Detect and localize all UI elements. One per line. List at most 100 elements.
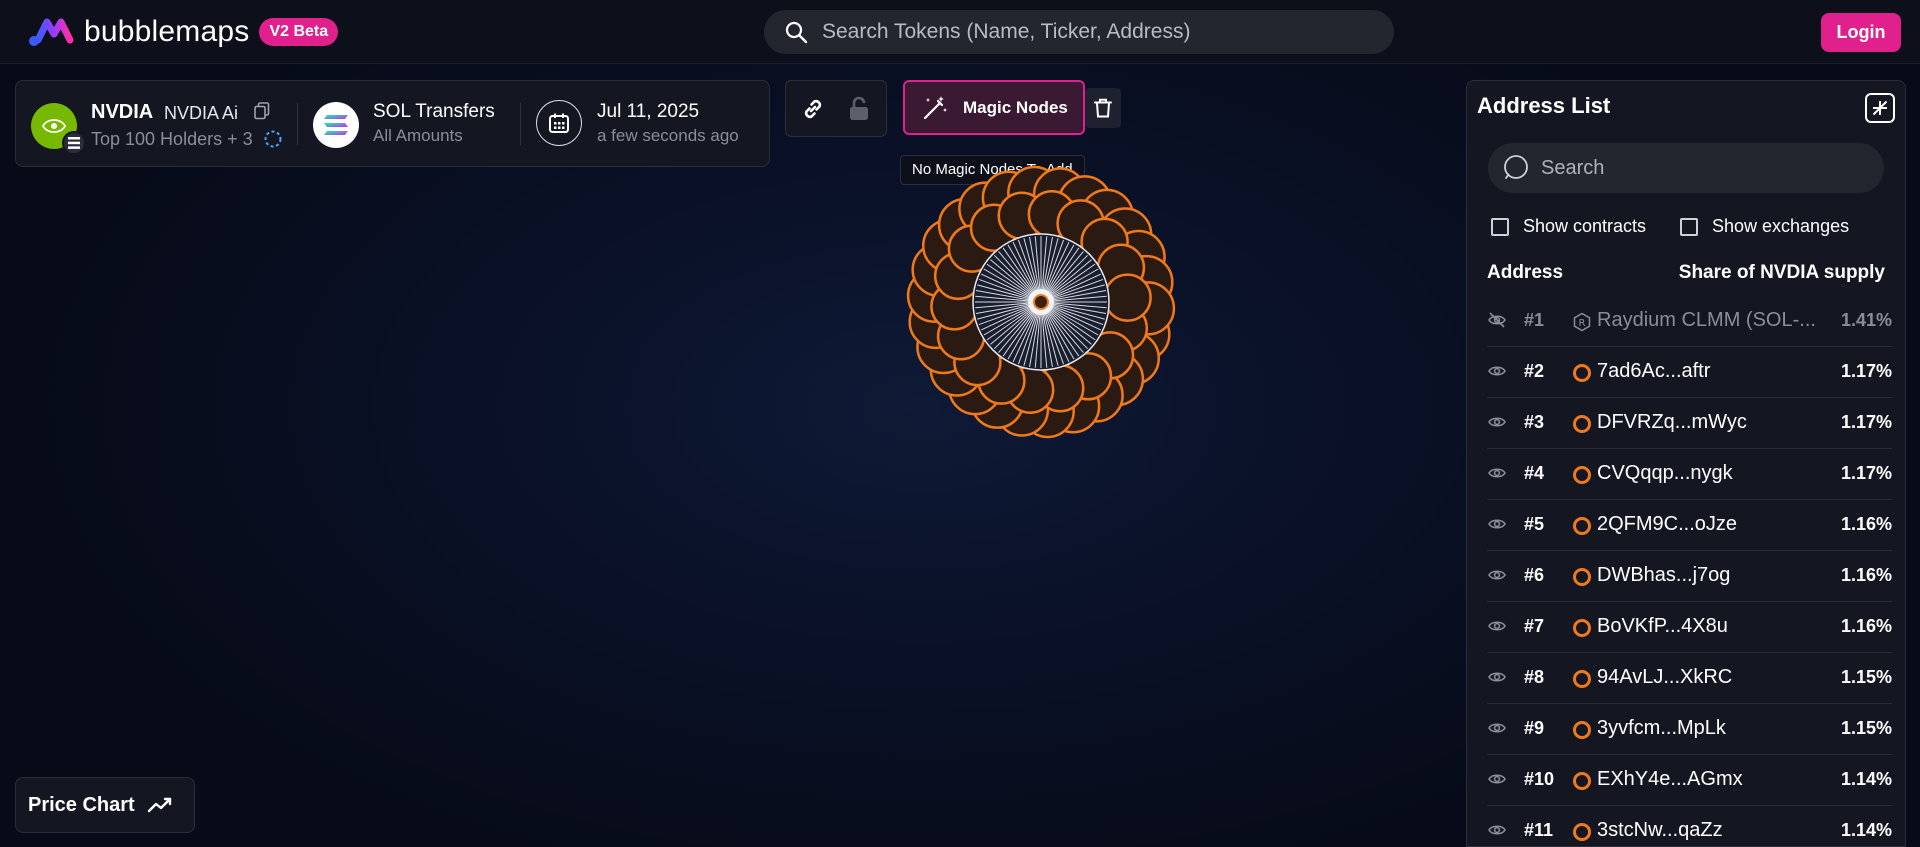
row-rank: #2	[1524, 361, 1545, 381]
snapshot-date[interactable]: Jul 11, 2025	[597, 101, 699, 123]
solana-icon	[324, 115, 348, 135]
address-rows: #1 R Raydium CLMM (SOL-... 1.41% #2 7ad6A…	[1487, 296, 1892, 846]
bubble-color-dot	[1573, 823, 1591, 841]
lock-icon[interactable]	[844, 94, 874, 124]
table-row[interactable]: #4 CVQqqp...nygk 1.17%	[1487, 449, 1892, 500]
bubble-color-dot	[1573, 466, 1591, 484]
table-row[interactable]: #5 2QFM9C...oJze 1.16%	[1487, 500, 1892, 551]
contract-icon: R	[1572, 312, 1592, 337]
row-address[interactable]: DFVRZq...mWyc	[1597, 411, 1747, 434]
token-symbol: NVDIA	[91, 101, 154, 123]
row-address[interactable]: 94AvLJ...XkRC	[1597, 666, 1732, 689]
price-chart-label: Price Chart	[28, 793, 135, 816]
show-exchanges-checkbox[interactable]	[1680, 217, 1698, 236]
row-rank: #6	[1524, 565, 1545, 585]
solana-icon	[68, 137, 80, 149]
eye-icon[interactable]	[1487, 414, 1507, 435]
row-address[interactable]: BoVKfP...4X8u	[1597, 615, 1728, 638]
divider	[520, 103, 521, 145]
row-rank: #7	[1524, 616, 1545, 636]
row-address[interactable]: Raydium CLMM (SOL-...	[1597, 309, 1816, 332]
row-rank: #8	[1524, 667, 1545, 687]
row-share: 1.16%	[1840, 616, 1892, 636]
row-address[interactable]: 3yvfcm...MpLk	[1597, 717, 1726, 740]
eye-icon[interactable]	[1487, 618, 1507, 639]
eye-icon[interactable]	[1487, 516, 1507, 537]
token-info-panel: NVDIA NVDIA Ai Top 100 Holders + 3 SOL T…	[15, 80, 770, 167]
table-row[interactable]: #11 3stcNw...qaZz 1.14%	[1487, 806, 1892, 846]
eye-icon[interactable]	[1487, 567, 1507, 588]
share-column-header[interactable]: Share of NVDIA supply	[1679, 262, 1885, 284]
bubble-color-dot	[1573, 517, 1591, 535]
brand-name: bubblemaps	[84, 15, 250, 48]
table-row[interactable]: #10 EXhY4e...AGmx 1.14%	[1487, 755, 1892, 806]
row-address[interactable]: CVQqqp...nygk	[1597, 462, 1733, 485]
row-address[interactable]: 3stcNw...qaZz	[1597, 819, 1723, 842]
row-share: 1.14%	[1840, 820, 1892, 840]
loading-spinner-icon	[263, 129, 283, 154]
magic-nodes-button[interactable]: Magic Nodes	[903, 80, 1085, 135]
show-contracts-checkbox[interactable]	[1491, 217, 1509, 236]
address-column-header[interactable]: Address	[1487, 262, 1563, 284]
row-share: 1.15%	[1840, 718, 1892, 738]
table-row[interactable]: #1 R Raydium CLMM (SOL-... 1.41%	[1487, 296, 1892, 347]
search-icon	[1504, 155, 1528, 179]
table-row[interactable]: #7 BoVKfP...4X8u 1.16%	[1487, 602, 1892, 653]
link-icon[interactable]	[798, 94, 828, 124]
show-exchanges-toggle[interactable]: Show exchanges	[1680, 216, 1849, 237]
bubble-color-dot	[1573, 364, 1591, 382]
row-address[interactable]: DWBhas...j7og	[1597, 564, 1730, 587]
calendar-icon[interactable]	[536, 100, 582, 146]
row-share: 1.16%	[1840, 514, 1892, 534]
token-search[interactable]	[764, 10, 1394, 54]
row-share: 1.41%	[1840, 310, 1892, 330]
price-chart-button[interactable]: Price Chart	[15, 777, 195, 833]
address-search[interactable]	[1488, 143, 1884, 193]
row-address[interactable]: 2QFM9C...oJze	[1597, 513, 1737, 536]
holder-bubble[interactable]	[1103, 273, 1152, 322]
token-search-input[interactable]	[822, 20, 1342, 44]
trend-line-icon	[147, 797, 171, 813]
show-contracts-toggle[interactable]: Show contracts	[1491, 216, 1646, 237]
show-contracts-label: Show contracts	[1523, 216, 1647, 236]
holders-filter[interactable]: Top 100 Holders + 3	[91, 129, 253, 150]
row-rank: #5	[1524, 514, 1545, 534]
token-name: NVDIA Ai	[164, 103, 239, 123]
magic-wand-icon	[923, 95, 947, 119]
eye-icon[interactable]	[1487, 771, 1507, 792]
sol-transfers-icon[interactable]	[313, 102, 359, 148]
table-row[interactable]: #6 DWBhas...j7og 1.16%	[1487, 551, 1892, 602]
bubblemaps-logo-icon	[29, 18, 74, 46]
svg-text:R: R	[1579, 318, 1586, 329]
row-rank: #9	[1524, 718, 1545, 738]
bubble-color-dot	[1573, 670, 1591, 688]
bubble-map[interactable]	[880, 160, 1320, 460]
eye-icon[interactable]	[1487, 669, 1507, 690]
row-share: 1.16%	[1840, 565, 1892, 585]
table-row[interactable]: #3 DFVRZq...mWyc 1.17%	[1487, 398, 1892, 449]
address-search-input[interactable]	[1541, 156, 1871, 180]
eye-off-icon[interactable]	[1487, 312, 1507, 333]
copy-icon[interactable]	[254, 102, 270, 125]
eye-icon[interactable]	[1487, 822, 1507, 843]
top-nav: bubblemaps V2 Beta Login	[0, 0, 1920, 64]
table-row[interactable]: #8 94AvLJ...XkRC 1.15%	[1487, 653, 1892, 704]
table-row[interactable]: #9 3yvfcm...MpLk 1.15%	[1487, 704, 1892, 755]
eye-icon[interactable]	[1487, 465, 1507, 486]
row-address[interactable]: EXhY4e...AGmx	[1597, 768, 1743, 791]
bubble-color-dot	[1573, 619, 1591, 637]
address-list-panel: Address List Show contracts Show exchang…	[1466, 80, 1906, 847]
eye-icon[interactable]	[1487, 363, 1507, 384]
eye-icon[interactable]	[1487, 720, 1507, 741]
transfers-title[interactable]: SOL Transfers	[373, 101, 495, 123]
snapshot-age: a few seconds ago	[597, 126, 739, 145]
row-address[interactable]: 7ad6Ac...aftr	[1597, 360, 1710, 383]
trash-icon[interactable]	[1085, 88, 1121, 128]
row-share: 1.14%	[1840, 769, 1892, 789]
row-rank: #1	[1524, 310, 1545, 330]
collapse-icon[interactable]	[1865, 93, 1895, 123]
table-row[interactable]: #2 7ad6Ac...aftr 1.17%	[1487, 347, 1892, 398]
brand-logo[interactable]: bubblemaps V2 Beta	[28, 14, 339, 50]
bubble-color-dot	[1573, 415, 1591, 433]
login-button[interactable]: Login	[1821, 13, 1901, 52]
